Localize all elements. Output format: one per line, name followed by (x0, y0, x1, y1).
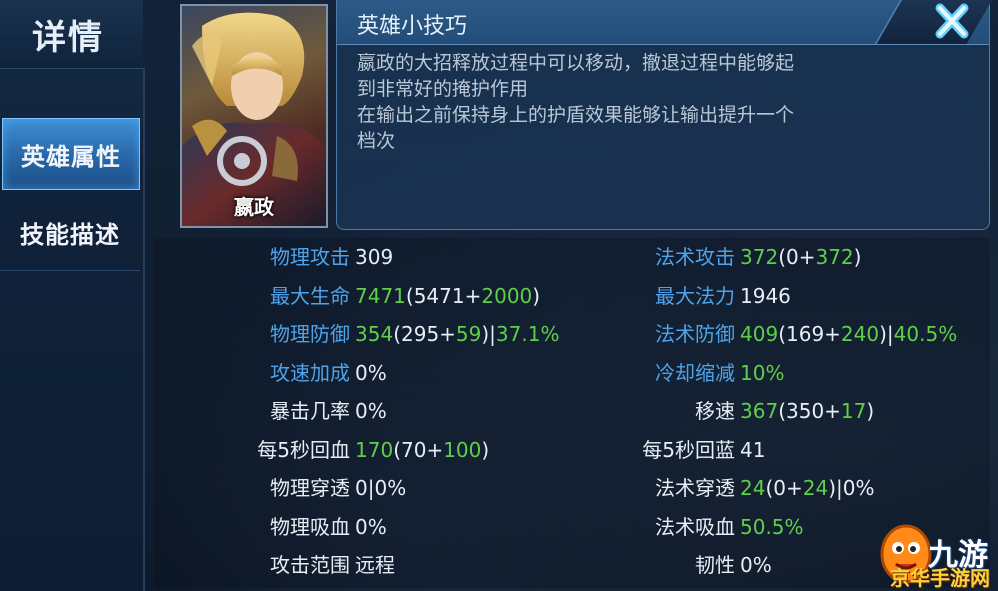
title-bar: 详情 (0, 0, 143, 69)
tips-line: 到非常好的掩护作用 (357, 78, 529, 100)
stat-value-part: 40.5% (893, 322, 958, 346)
stat-value: 409(169+240)|40.5% (740, 319, 957, 349)
tips-body: 嬴政的大招释放过程中可以移动，撤退过程中能够起 到非常好的掩护作用 在输出之前保… (357, 50, 897, 154)
watermark-subtext: 京华手游网 (890, 566, 990, 590)
stat-value-part: (169+ (778, 322, 841, 346)
stat-value-part: )| (481, 322, 496, 346)
stat-label: 最大法力 (655, 283, 735, 308)
stat-label: 韧性 (695, 553, 735, 577)
stat-value-part: 24 (740, 476, 766, 500)
stat-value: 远程 (355, 550, 395, 580)
stat-label: 物理攻击 (270, 245, 350, 269)
stat-value: 367(350+17) (740, 396, 874, 426)
stat-value-part: 10% (740, 360, 785, 385)
stat-value-part: 100 (443, 437, 482, 462)
stat-value-part: ) (532, 283, 541, 308)
tab-skill-description[interactable]: 技能描述 (0, 197, 140, 267)
stat-value: 309 (355, 242, 393, 272)
stat-label: 攻速加成 (270, 360, 350, 385)
window-title: 详情 (32, 18, 104, 58)
stat-label: 物理吸血 (270, 514, 350, 539)
stat-value: 0|0% (355, 473, 406, 503)
stat-value-part: 409 (740, 322, 779, 346)
stat-label: 法术穿透 (655, 476, 735, 500)
hero-name: 嬴政 (234, 195, 274, 219)
stat-value-part: 2000 (481, 283, 533, 308)
stat-value: 24(0+24)|0% (740, 473, 874, 503)
stat-value-part: ) (866, 399, 875, 423)
stat-value: 0% (355, 512, 387, 542)
stat-value-part: 367 (740, 399, 779, 423)
stat-value-part: 37.1% (495, 322, 560, 346)
stat-value-part: 0% (740, 553, 772, 577)
stat-value-part: 354 (355, 322, 394, 346)
stat-value-part: 372 (740, 245, 779, 269)
stat-value: 10% (740, 358, 784, 388)
stat-value-part: (0+ (778, 245, 816, 269)
stat-label: 冷却缩减 (655, 360, 735, 385)
stat-value: 0% (355, 396, 387, 426)
tips-line: 档次 (357, 130, 396, 152)
stat-value: 7471(5471+2000) (355, 281, 540, 311)
sidebar: 详情 英雄属性 技能描述 (0, 0, 145, 591)
stat-value: 170(70+100) (355, 435, 489, 465)
stat-label: 最大生命 (270, 283, 350, 308)
stat-label: 法术防御 (655, 322, 735, 346)
stat-value-part: 0% (355, 514, 387, 539)
stat-label: 移速 (695, 399, 735, 423)
tips-line: 在输出之前保持身上的护盾效果能够让输出提升一个 (357, 104, 795, 126)
tab-hero-attributes-label: 英雄属性 (21, 142, 121, 171)
stat-value-part: (70+ (393, 437, 444, 462)
stat-value-part: 309 (355, 245, 394, 269)
sidebar-divider (0, 270, 140, 271)
tab-hero-attributes[interactable]: 英雄属性 (2, 118, 140, 190)
stat-value-part: (350+ (778, 399, 841, 423)
stat-value: 0% (355, 358, 387, 388)
stat-value-part: ) (853, 245, 862, 269)
stat-value-part: 24 (802, 476, 829, 500)
stat-value-part: )| (879, 322, 894, 346)
tab-skill-description-label: 技能描述 (20, 220, 120, 249)
stat-value-part: 0% (355, 399, 387, 423)
stat-value: 1946 (740, 281, 791, 311)
stat-value-part: (0+ (765, 476, 803, 500)
stat-value-part: 50.5% (740, 514, 804, 539)
stat-value-part: 远程 (355, 553, 395, 577)
stat-value-part: 0|0% (355, 476, 407, 500)
stat-label: 物理穿透 (270, 476, 350, 500)
stat-label: 每5秒回蓝 (642, 437, 735, 462)
close-icon[interactable] (932, 2, 972, 40)
stat-value-part: ) (481, 437, 490, 462)
stat-value-part: 170 (355, 437, 394, 462)
stat-label: 暴击几率 (270, 399, 350, 423)
stat-value-part: 240 (840, 322, 880, 346)
tips-title: 英雄小技巧 (357, 14, 468, 39)
stat-label: 每5秒回血 (257, 437, 350, 462)
stat-value-part: (295+ (393, 322, 456, 346)
stat-value-part: 59 (455, 322, 482, 346)
stat-label: 攻击范围 (270, 553, 350, 577)
stat-value-part: 41 (740, 437, 766, 462)
stat-label: 法术攻击 (655, 245, 735, 269)
stat-value: 50.5% (740, 512, 804, 542)
stat-value-part: )|0% (828, 476, 875, 500)
stat-value-part: 0% (355, 360, 387, 385)
stat-value: 0% (740, 550, 772, 580)
stat-label: 法术吸血 (655, 514, 735, 539)
stat-value-part: 17 (840, 399, 867, 423)
stat-value-part: (5471+ (405, 283, 482, 308)
stat-label: 物理防御 (270, 322, 350, 346)
background-strip (143, 0, 183, 68)
stat-value: 41 (740, 435, 765, 465)
hero-portrait: 嬴政 (180, 4, 328, 228)
stats-panel: 物理攻击 309 最大生命 7471(5471+2000) 物理防御 354(295+59… (154, 238, 990, 588)
stat-value-part: 372 (815, 245, 854, 269)
stat-value-part: 1946 (740, 283, 791, 308)
tips-line: 嬴政的大招释放过程中可以移动，撤退过程中能够起 (357, 52, 795, 74)
stat-value: 372(0+372) (740, 242, 861, 272)
stat-value: 354(295+59)|37.1% (355, 319, 559, 349)
stat-value-part: 7471 (355, 283, 406, 308)
